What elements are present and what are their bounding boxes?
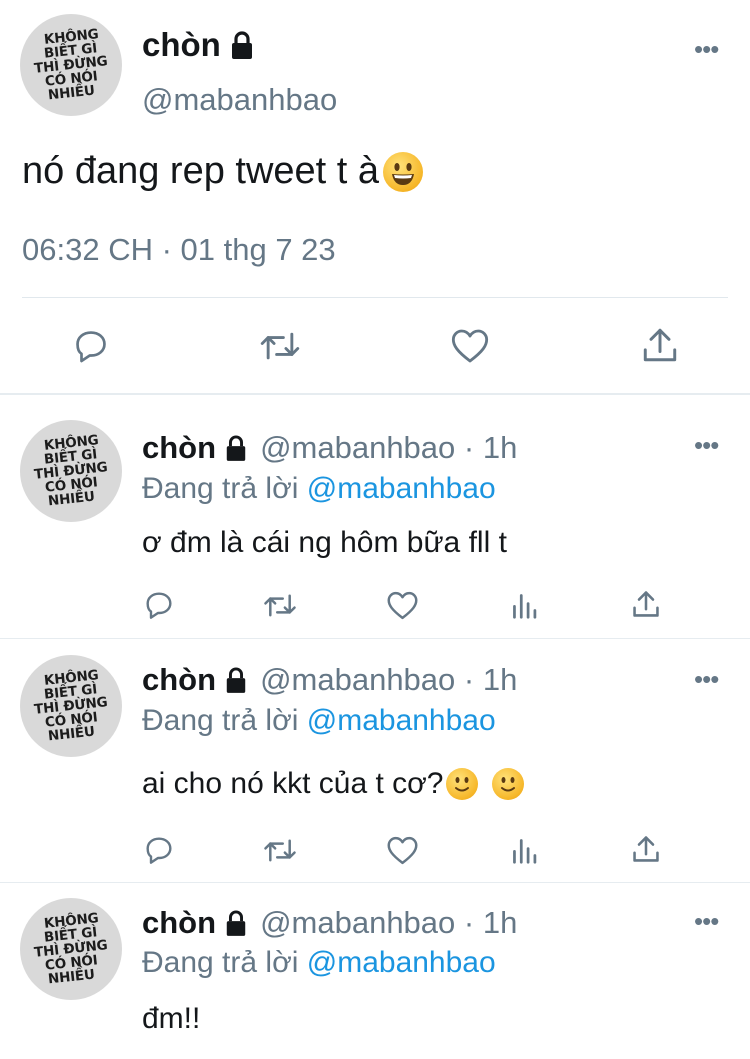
- avatar-text-line: NHIỀU: [46, 966, 96, 988]
- main-tweet-text: nó đang rep tweet t à: [22, 150, 424, 193]
- more-icon[interactable]: •••: [694, 908, 719, 934]
- display-name-text: chòn: [142, 26, 221, 63]
- reply-icon[interactable]: [143, 589, 175, 621]
- grinning-emoji: [383, 151, 424, 192]
- like-icon[interactable]: [450, 327, 490, 365]
- lock-icon: [231, 31, 252, 59]
- replying-prefix: Đang trả lời: [142, 472, 299, 505]
- reply-text: đm!!: [142, 1002, 200, 1036]
- tweet-text: ơ đm là cái ng hôm bữa fll t: [142, 526, 507, 559]
- tweet-text: nó đang rep tweet t à: [22, 150, 380, 192]
- tweet-text: đm!!: [142, 1002, 201, 1035]
- lock-icon: [226, 910, 246, 936]
- replying-prefix: Đang trả lời: [142, 946, 299, 979]
- more-icon[interactable]: •••: [694, 666, 719, 692]
- avatar-text-line: NHIỀU: [46, 488, 96, 510]
- retweet-icon[interactable]: [258, 327, 302, 365]
- lock-icon: [226, 435, 246, 461]
- display-name-text: chòn: [142, 905, 217, 940]
- slight-smile-emoji: [491, 768, 524, 800]
- share-icon[interactable]: [632, 833, 660, 865]
- mention-link[interactable]: @mabanhbao: [307, 704, 496, 737]
- share-icon[interactable]: [642, 325, 678, 365]
- mention-link[interactable]: @mabanhbao: [307, 472, 496, 505]
- more-icon[interactable]: •••: [694, 432, 719, 458]
- slight-smile-emoji: [445, 768, 478, 800]
- avatar-text-line: NHIỀU: [46, 723, 96, 745]
- retweet-icon[interactable]: [262, 590, 298, 621]
- analytics-icon[interactable]: [510, 590, 538, 620]
- analytics-icon[interactable]: [510, 835, 538, 865]
- reply-handle-time[interactable]: @mabanhbao · 1h: [260, 430, 517, 466]
- reply-text: ơ đm là cái ng hôm bữa fll t: [142, 526, 507, 560]
- reply-avatar[interactable]: KHÔNG BIẾT GÌ THÌ ĐỪNG CÓ NÓI NHIỀU: [20, 898, 122, 1000]
- more-icon[interactable]: •••: [694, 36, 719, 62]
- reply-handle-time[interactable]: @mabanhbao · 1h: [260, 905, 517, 941]
- display-name-text: chòn: [142, 430, 217, 465]
- like-icon[interactable]: [386, 590, 419, 621]
- row-divider: [0, 882, 750, 883]
- replying-prefix: Đang trả lời: [142, 704, 299, 737]
- reply-avatar[interactable]: KHÔNG BIẾT GÌ THÌ ĐỪNG CÓ NÓI NHIỀU: [20, 655, 122, 757]
- lock-icon: [226, 667, 246, 693]
- retweet-icon[interactable]: [262, 835, 298, 866]
- reply-display-name[interactable]: chòn @mabanhbao · 1h: [142, 662, 517, 698]
- display-name-text: chòn: [142, 662, 217, 697]
- mention-link[interactable]: @mabanhbao: [307, 946, 496, 979]
- reply-display-name[interactable]: chòn @mabanhbao · 1h: [142, 905, 517, 941]
- main-timestamp[interactable]: 06:32 CH · 01 thg 7 23: [22, 232, 336, 268]
- main-display-name[interactable]: chòn: [142, 26, 255, 64]
- row-divider: [0, 638, 750, 639]
- main-handle[interactable]: @mabanhbao: [142, 82, 337, 118]
- main-avatar[interactable]: KHÔNG BIẾT GÌ THÌ ĐỪNG CÓ NÓI NHIỀU: [20, 14, 122, 116]
- reply-display-name[interactable]: chòn @mabanhbao · 1h: [142, 430, 517, 466]
- avatar-text-line: NHIỀU: [46, 82, 96, 104]
- reply-icon[interactable]: [72, 327, 110, 365]
- reply-text: ai cho nó kkt của t cơ?: [142, 767, 524, 801]
- reply-avatar[interactable]: KHÔNG BIẾT GÌ THÌ ĐỪNG CÓ NÓI NHIỀU: [20, 420, 122, 522]
- main-divider: [22, 297, 728, 298]
- replying-to: Đang trả lời @mabanhbao: [142, 472, 496, 506]
- replying-to: Đang trả lời @mabanhbao: [142, 704, 496, 738]
- replying-to: Đang trả lời @mabanhbao: [142, 946, 496, 980]
- section-divider: [0, 393, 750, 395]
- reply-handle-time[interactable]: @mabanhbao · 1h: [260, 662, 517, 698]
- like-icon[interactable]: [386, 835, 419, 866]
- tweet-text: ai cho nó kkt của t cơ?: [142, 767, 444, 800]
- share-icon[interactable]: [632, 588, 660, 620]
- reply-icon[interactable]: [143, 834, 175, 866]
